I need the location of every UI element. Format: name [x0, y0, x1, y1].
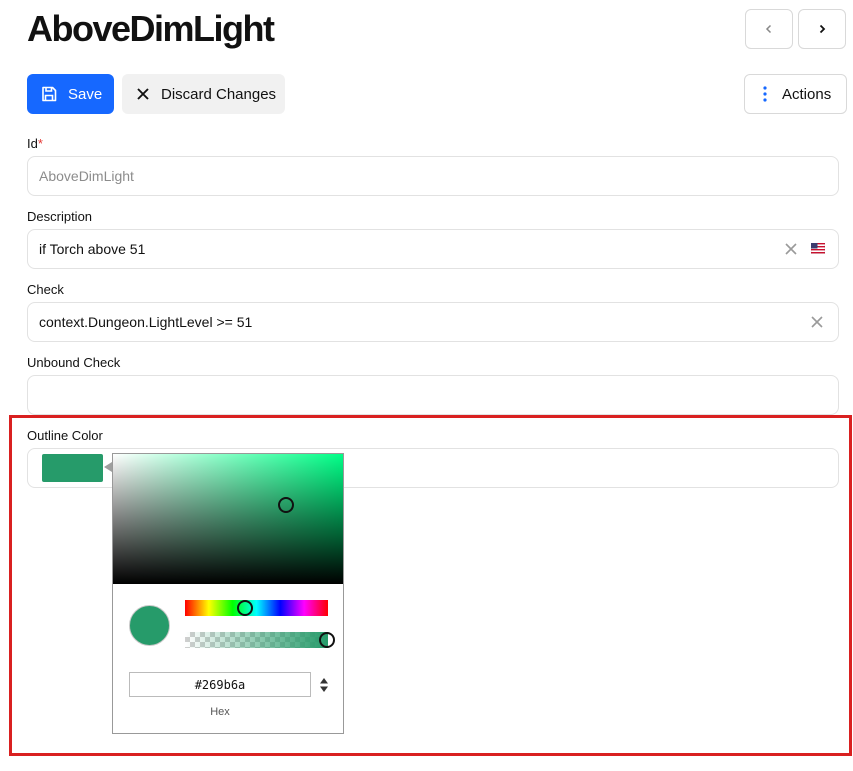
format-label: Hex: [210, 706, 230, 718]
clear-check-icon[interactable]: [810, 315, 824, 329]
saturation-cursor[interactable]: [278, 497, 294, 513]
page-title: AboveDimLight: [27, 8, 275, 49]
check-label: Check: [27, 282, 64, 297]
id-label-text: Id: [27, 136, 38, 151]
hex-input[interactable]: #269b6a: [129, 672, 311, 697]
saturation-area[interactable]: [113, 454, 343, 584]
discard-button-label: Discard Changes: [161, 85, 277, 103]
actions-button-label: Actions: [782, 85, 832, 103]
required-mark: *: [37, 136, 43, 151]
hue-slider[interactable]: [185, 600, 328, 616]
floppy-disk-icon: [42, 86, 57, 102]
close-icon: [137, 88, 149, 100]
id-label: Id*: [27, 136, 43, 151]
description-label: Description: [27, 209, 93, 224]
us-flag-icon[interactable]: [811, 243, 825, 254]
id-field: AboveDimLight: [27, 156, 839, 196]
hue-slider-handle[interactable]: [237, 600, 253, 616]
more-vertical-icon: [763, 86, 767, 102]
check-field-value: context.Dungeon.LightLevel >= 51: [39, 314, 253, 330]
next-record-button[interactable]: [798, 9, 846, 49]
previous-record-button[interactable]: [745, 9, 793, 49]
outline-color-label: Outline Color: [27, 428, 103, 443]
color-preview: [129, 605, 170, 646]
format-toggle-icon[interactable]: [318, 676, 330, 694]
color-swatch[interactable]: [42, 454, 103, 482]
unbound-check-label: Unbound Check: [27, 355, 121, 370]
save-button-label: Save: [68, 85, 103, 103]
description-field-value: if Torch above 51: [39, 241, 146, 257]
actions-menu-button[interactable]: Actions: [744, 74, 847, 114]
discard-changes-button[interactable]: Discard Changes: [122, 74, 285, 114]
description-field[interactable]: if Torch above 51: [27, 229, 839, 269]
check-field[interactable]: context.Dungeon.LightLevel >= 51: [27, 302, 839, 342]
popover-arrow: [104, 462, 112, 472]
id-field-value: AboveDimLight: [39, 168, 134, 184]
unbound-check-field[interactable]: [27, 375, 839, 415]
save-button[interactable]: Save: [27, 74, 114, 114]
clear-description-icon[interactable]: [784, 242, 798, 256]
chevron-right-icon: [819, 24, 826, 34]
alpha-slider-handle[interactable]: [319, 632, 335, 648]
alpha-slider[interactable]: [185, 632, 328, 648]
color-picker-popover: #269b6a Hex: [112, 453, 344, 734]
chevron-left-icon: [765, 24, 772, 34]
